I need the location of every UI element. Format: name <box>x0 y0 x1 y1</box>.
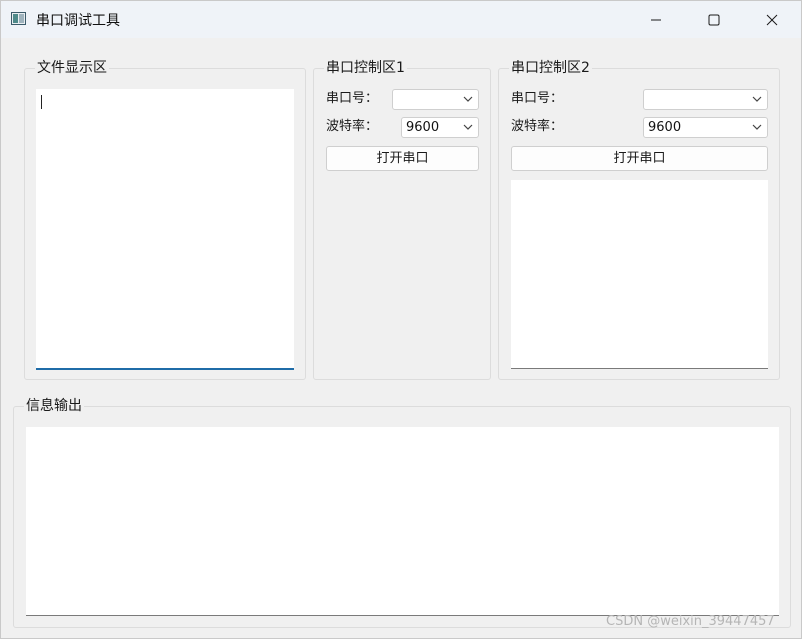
serial1-open-button[interactable]: 打开串口 <box>326 146 479 171</box>
serial2-baud-value: 9600 <box>648 120 682 135</box>
info-output-textarea[interactable] <box>26 427 779 616</box>
info-output-title: 信息输出 <box>24 397 84 415</box>
chevron-down-icon <box>463 96 473 102</box>
minimize-icon <box>651 19 661 20</box>
serial2-baud-label: 波特率： <box>511 119 564 134</box>
window-title: 串口调试工具 <box>36 13 120 29</box>
info-output-group: 信息输出 <box>13 397 791 628</box>
minimize-button[interactable] <box>627 1 685 38</box>
serial-control-1-group: 串口控制区1 串口号： 波特率： 9600 打开串口 <box>313 59 491 380</box>
file-display-textarea[interactable] <box>36 89 294 370</box>
text-caret <box>41 95 42 109</box>
serial2-receive-textarea[interactable] <box>511 180 768 369</box>
file-display-group: 文件显示区 <box>24 59 306 380</box>
maximize-icon <box>708 14 720 25</box>
title-bar[interactable]: 串口调试工具 <box>1 1 801 38</box>
serial1-baud-value: 9600 <box>406 120 440 135</box>
app-window-icon <box>11 12 26 25</box>
serial-control-2-group: 串口控制区2 串口号： 波特率： 9600 打开串口 <box>498 59 780 380</box>
serial2-port-label: 串口号： <box>511 91 564 106</box>
serial1-baud-label: 波特率： <box>326 119 379 134</box>
file-display-title: 文件显示区 <box>35 59 109 77</box>
chevron-down-icon <box>463 124 473 130</box>
serial2-open-button[interactable]: 打开串口 <box>511 146 768 171</box>
chevron-down-icon <box>752 124 762 130</box>
serial2-port-select[interactable] <box>643 89 768 110</box>
serial-control-2-title: 串口控制区2 <box>509 59 592 77</box>
serial-control-1-title: 串口控制区1 <box>324 59 407 77</box>
serial2-baud-select[interactable]: 9600 <box>643 117 768 138</box>
watermark-text: CSDN @weixin_39447457 <box>606 614 775 629</box>
close-button[interactable] <box>743 1 801 38</box>
chevron-down-icon <box>752 96 762 102</box>
maximize-button[interactable] <box>685 1 743 38</box>
main-window: 串口调试工具 文件显示区 串口控制区1 串口号： 波特率： 9600 打开串口 … <box>0 0 802 639</box>
serial1-port-label: 串口号： <box>326 91 379 106</box>
close-icon <box>766 14 778 25</box>
serial1-port-select[interactable] <box>392 89 479 110</box>
serial1-baud-select[interactable]: 9600 <box>401 117 479 138</box>
